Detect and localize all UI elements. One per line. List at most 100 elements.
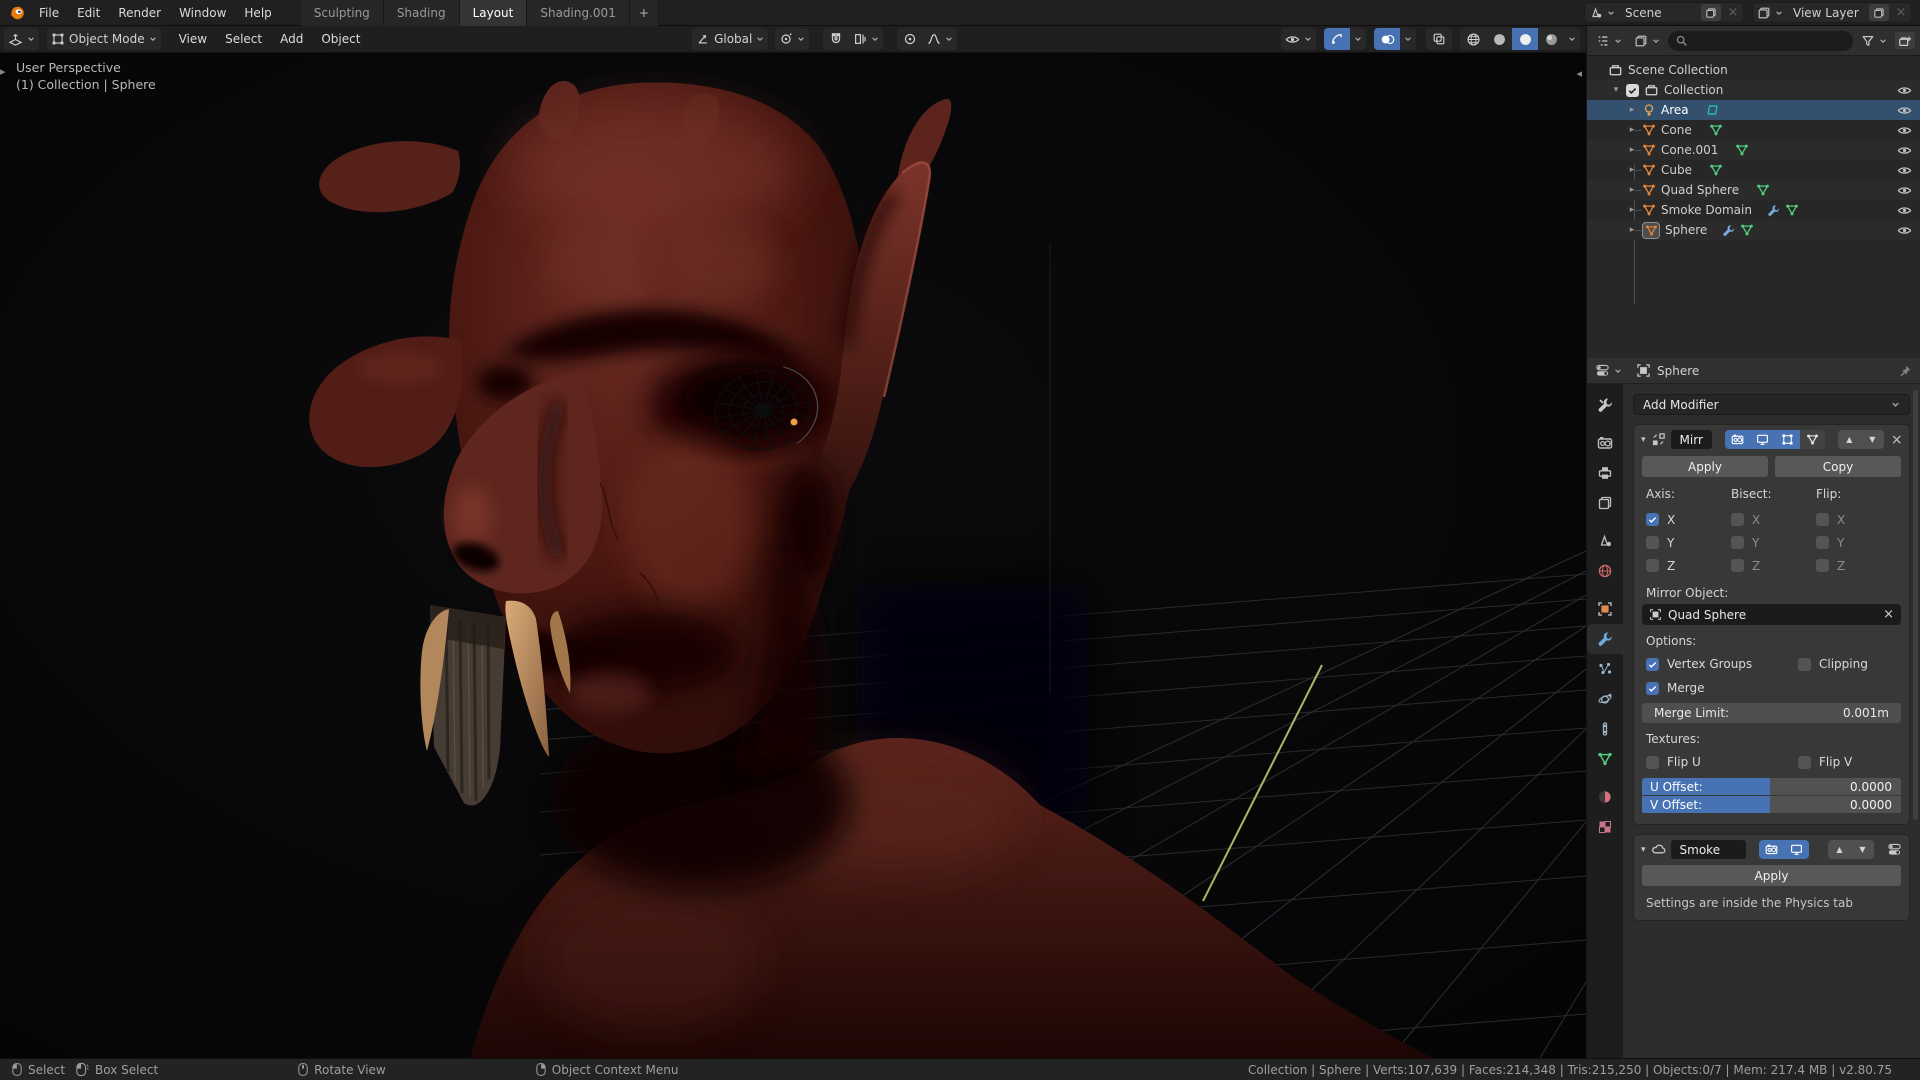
outliner-row-quad-sphere[interactable]: ▸ Quad Sphere	[1587, 180, 1920, 200]
tab-shading-001[interactable]: Shading.001	[527, 0, 629, 26]
modifier-extras-icon[interactable]	[1887, 842, 1902, 857]
tab-world[interactable]	[1587, 556, 1623, 586]
tab-view-layer[interactable]	[1587, 488, 1623, 518]
menu-select[interactable]: Select	[217, 29, 270, 49]
flip-u-checkbox[interactable]	[1646, 756, 1659, 769]
scene-selector[interactable]: Scene ×	[1584, 2, 1744, 23]
menu-file[interactable]: File	[30, 3, 68, 23]
mirror-object-field[interactable]: Quad Sphere ×	[1642, 604, 1901, 625]
tab-material[interactable]	[1587, 782, 1623, 812]
snap-toggle[interactable]	[823, 28, 849, 50]
editor-type-dropdown[interactable]	[4, 28, 39, 50]
outliner-row-cone-001[interactable]: ▸ Cone.001	[1587, 140, 1920, 160]
apply-button[interactable]: Apply	[1642, 456, 1768, 477]
axis-x-checkbox[interactable]	[1646, 513, 1659, 526]
hide-eye-icon[interactable]	[1897, 103, 1912, 118]
hide-eye-icon[interactable]	[1897, 223, 1912, 238]
outliner-row-collection[interactable]: ▾ Collection	[1587, 80, 1920, 100]
tab-object-data[interactable]	[1587, 744, 1623, 774]
show-gizmo-toggle[interactable]	[1324, 28, 1350, 50]
outliner-row-cube[interactable]: ▸ Cube	[1587, 160, 1920, 180]
move-up-button[interactable]: ▲	[1838, 430, 1861, 449]
menu-object[interactable]: Object	[313, 29, 368, 49]
tab-texture[interactable]	[1587, 812, 1623, 842]
snap-settings-dropdown[interactable]	[849, 28, 883, 50]
toolbar-expand-arrow[interactable]: ▸	[0, 65, 6, 78]
clear-object-button[interactable]: ×	[1883, 607, 1894, 622]
axis-y-checkbox[interactable]	[1646, 536, 1659, 549]
tab-shading[interactable]: Shading	[384, 0, 460, 26]
outliner-row-smoke-domain[interactable]: ▸ Smoke Domain	[1587, 200, 1920, 220]
show-overlays-toggle[interactable]	[1374, 28, 1400, 50]
move-down-button[interactable]: ▼	[1851, 840, 1874, 859]
shading-dropdown[interactable]	[1564, 28, 1580, 50]
tab-output[interactable]	[1587, 458, 1623, 488]
tab-object[interactable]	[1587, 594, 1623, 624]
new-view-layer-button[interactable]	[1869, 4, 1889, 21]
outliner-filter-dropdown[interactable]	[1857, 30, 1891, 52]
sidebar-expand-arrow[interactable]: ◂	[1576, 67, 1582, 80]
pivot-point-dropdown[interactable]	[775, 28, 809, 50]
flip-v-checkbox[interactable]	[1798, 756, 1811, 769]
flip-y-checkbox[interactable]	[1816, 536, 1829, 549]
outliner-row-scene-collection[interactable]: Scene Collection	[1587, 60, 1920, 80]
add-workspace-button[interactable]: +	[630, 0, 659, 26]
tab-scene[interactable]	[1587, 526, 1623, 556]
object-visibility-dropdown[interactable]	[1281, 28, 1316, 50]
proportional-falloff-dropdown[interactable]	[923, 28, 957, 50]
delete-scene-button[interactable]: ×	[1725, 5, 1741, 20]
clipping-checkbox[interactable]	[1798, 658, 1811, 671]
menu-render[interactable]: Render	[109, 3, 170, 23]
edit-mode-toggle[interactable]	[1775, 430, 1800, 449]
tab-sculpting[interactable]: Sculpting	[301, 0, 384, 26]
shading-wireframe-button[interactable]	[1460, 28, 1486, 50]
tab-layout[interactable]: Layout	[460, 0, 528, 26]
apply-button[interactable]: Apply	[1642, 865, 1901, 886]
pin-icon[interactable]	[1898, 364, 1912, 378]
hide-eye-icon[interactable]	[1897, 203, 1912, 218]
outliner-display-mode-dropdown[interactable]	[1592, 30, 1626, 52]
bisect-x-checkbox[interactable]	[1731, 513, 1744, 526]
outliner-row-cone[interactable]: ▸ Cone	[1587, 120, 1920, 140]
hide-eye-icon[interactable]	[1897, 83, 1912, 98]
menu-add[interactable]: Add	[272, 29, 311, 49]
tab-modifiers[interactable]	[1587, 624, 1623, 654]
viewport-canvas[interactable]: User Perspective (1) Collection | Sphere…	[0, 53, 1586, 1058]
collapse-arrow[interactable]: ▾	[1641, 435, 1646, 445]
merge-limit-slider[interactable]: Merge Limit: 0.001m	[1642, 703, 1901, 723]
render-toggle[interactable]	[1725, 430, 1750, 449]
u-offset-slider[interactable]: U Offset: 0.0000	[1642, 778, 1901, 795]
modifier-name-field[interactable]: Mirr	[1671, 430, 1712, 449]
new-collection-button[interactable]	[1895, 32, 1915, 49]
mode-dropdown[interactable]: Object Mode	[47, 28, 161, 50]
outliner-row-area[interactable]: ▸ Area	[1587, 100, 1920, 120]
hide-eye-icon[interactable]	[1897, 143, 1912, 158]
hide-eye-icon[interactable]	[1897, 123, 1912, 138]
add-modifier-dropdown[interactable]: Add Modifier	[1633, 394, 1910, 415]
xray-toggle[interactable]	[1426, 28, 1452, 50]
bisect-z-checkbox[interactable]	[1731, 559, 1744, 572]
tab-physics[interactable]	[1587, 684, 1623, 714]
properties-scrollbar[interactable]	[1913, 390, 1918, 820]
axis-z-checkbox[interactable]	[1646, 559, 1659, 572]
new-scene-button[interactable]	[1701, 4, 1721, 21]
move-down-button[interactable]: ▼	[1861, 430, 1884, 449]
viewport-toggle[interactable]	[1750, 430, 1775, 449]
shading-material-button[interactable]	[1512, 28, 1538, 50]
outliner-row-sphere[interactable]: ▸ Sphere	[1587, 220, 1920, 240]
outliner-search-input[interactable]	[1668, 31, 1853, 51]
viewport-toggle[interactable]	[1784, 840, 1809, 859]
merge-checkbox[interactable]	[1646, 682, 1659, 695]
transform-orientation-dropdown[interactable]: Global	[692, 28, 768, 50]
tab-tool[interactable]	[1587, 390, 1623, 420]
tab-constraints[interactable]	[1587, 714, 1623, 744]
menu-help[interactable]: Help	[235, 3, 280, 23]
flip-z-checkbox[interactable]	[1816, 559, 1829, 572]
proportional-editing-toggle[interactable]	[897, 28, 923, 50]
menu-window[interactable]: Window	[170, 3, 235, 23]
blender-logo-icon[interactable]	[8, 4, 26, 22]
render-toggle[interactable]	[1759, 840, 1784, 859]
gizmo-dropdown[interactable]	[1350, 28, 1366, 50]
hide-eye-icon[interactable]	[1897, 163, 1912, 178]
delete-view-layer-button[interactable]: ×	[1893, 5, 1909, 20]
